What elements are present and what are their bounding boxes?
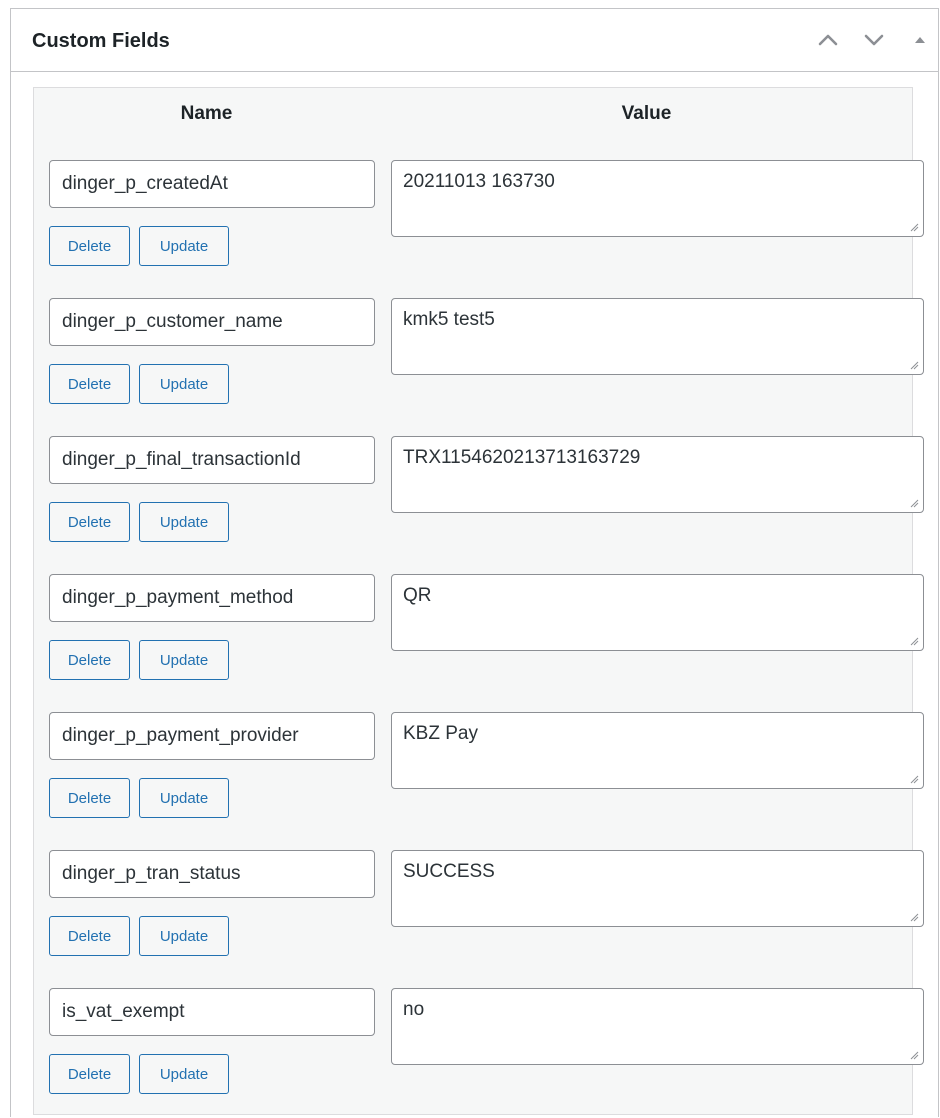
delete-button[interactable]: Delete	[49, 502, 130, 542]
field-value-textarea[interactable]: TRX1154620213713163729	[391, 436, 924, 513]
resize-grip-icon[interactable]	[909, 774, 919, 784]
field-value-text: 20211013 163730	[403, 171, 555, 192]
delete-button[interactable]: Delete	[49, 916, 130, 956]
delete-button[interactable]: Delete	[49, 1054, 130, 1094]
table-row: dinger_p_createdAt 20211013 163730 Delete U…	[34, 140, 924, 278]
field-value-textarea[interactable]: KBZ Pay	[391, 712, 924, 789]
resize-grip-icon[interactable]	[909, 222, 919, 232]
update-button[interactable]: Update	[139, 916, 229, 956]
field-name-input[interactable]: dinger_p_customer_name	[49, 298, 375, 346]
custom-fields-panel: Custom Fields Name Value dinger_p_create…	[10, 8, 939, 1117]
field-value-text: no	[403, 999, 425, 1020]
delete-button[interactable]: Delete	[49, 640, 130, 680]
panel-title: Custom Fields	[32, 30, 170, 52]
field-value-textarea[interactable]: QR	[391, 574, 924, 651]
field-value-text: kmk5 test5	[403, 309, 495, 330]
chevron-down-icon	[864, 34, 884, 46]
field-value-textarea[interactable]: 20211013 163730	[391, 160, 924, 237]
resize-grip-icon[interactable]	[909, 912, 919, 922]
field-value-text: SUCCESS	[403, 861, 495, 882]
field-name-input[interactable]: dinger_p_payment_method	[49, 574, 375, 622]
field-value-textarea[interactable]: kmk5 test5	[391, 298, 924, 375]
update-button[interactable]: Update	[139, 778, 229, 818]
table-row: dinger_p_final_transactionId TRX115462021…	[34, 416, 924, 554]
field-name-input[interactable]: is_vat_exempt	[49, 988, 375, 1036]
move-down-button[interactable]	[861, 29, 887, 51]
resize-grip-icon[interactable]	[909, 498, 919, 508]
field-name-input[interactable]: dinger_p_tran_status	[49, 850, 375, 898]
resize-grip-icon[interactable]	[909, 1050, 919, 1060]
field-value-text: QR	[403, 585, 432, 606]
resize-grip-icon[interactable]	[909, 360, 919, 370]
chevron-up-icon	[818, 34, 838, 46]
field-value-text: TRX1154620213713163729	[403, 447, 641, 468]
table-row: is_vat_exempt no Delete Update	[34, 968, 924, 1106]
toggle-panel-button[interactable]	[909, 29, 931, 51]
delete-button[interactable]: Delete	[49, 778, 130, 818]
field-value-textarea[interactable]: no	[391, 988, 924, 1065]
table-row: dinger_p_payment_method QR Delete Update	[34, 554, 924, 692]
field-name-input[interactable]: dinger_p_final_transactionId	[49, 436, 375, 484]
column-header-name: Name	[180, 103, 233, 124]
triangle-up-icon	[915, 37, 925, 43]
resize-grip-icon[interactable]	[909, 636, 919, 646]
delete-button[interactable]: Delete	[49, 226, 130, 266]
table-row: dinger_p_tran_status SUCCESS Delete Update	[34, 830, 924, 968]
column-header-value: Value	[621, 103, 672, 124]
update-button[interactable]: Update	[139, 1054, 229, 1094]
field-name-input[interactable]: dinger_p_payment_provider	[49, 712, 375, 760]
table-header: Name Value	[34, 88, 912, 140]
update-button[interactable]: Update	[139, 364, 229, 404]
field-value-textarea[interactable]: SUCCESS	[391, 850, 924, 927]
table-row: dinger_p_payment_provider KBZ Pay Delete Up…	[34, 692, 924, 830]
table-row: dinger_p_customer_name kmk5 test5 Delete Up…	[34, 278, 924, 416]
update-button[interactable]: Update	[139, 640, 229, 680]
update-button[interactable]: Update	[139, 502, 229, 542]
field-name-input[interactable]: dinger_p_createdAt	[49, 160, 375, 208]
field-value-text: KBZ Pay	[403, 723, 478, 744]
delete-button[interactable]: Delete	[49, 364, 130, 404]
custom-fields-table: Name Value dinger_p_createdAt 20211013 16…	[33, 87, 924, 1115]
panel-header: Custom Fields	[11, 9, 938, 72]
update-button[interactable]: Update	[139, 226, 229, 266]
move-up-button[interactable]	[815, 29, 841, 51]
